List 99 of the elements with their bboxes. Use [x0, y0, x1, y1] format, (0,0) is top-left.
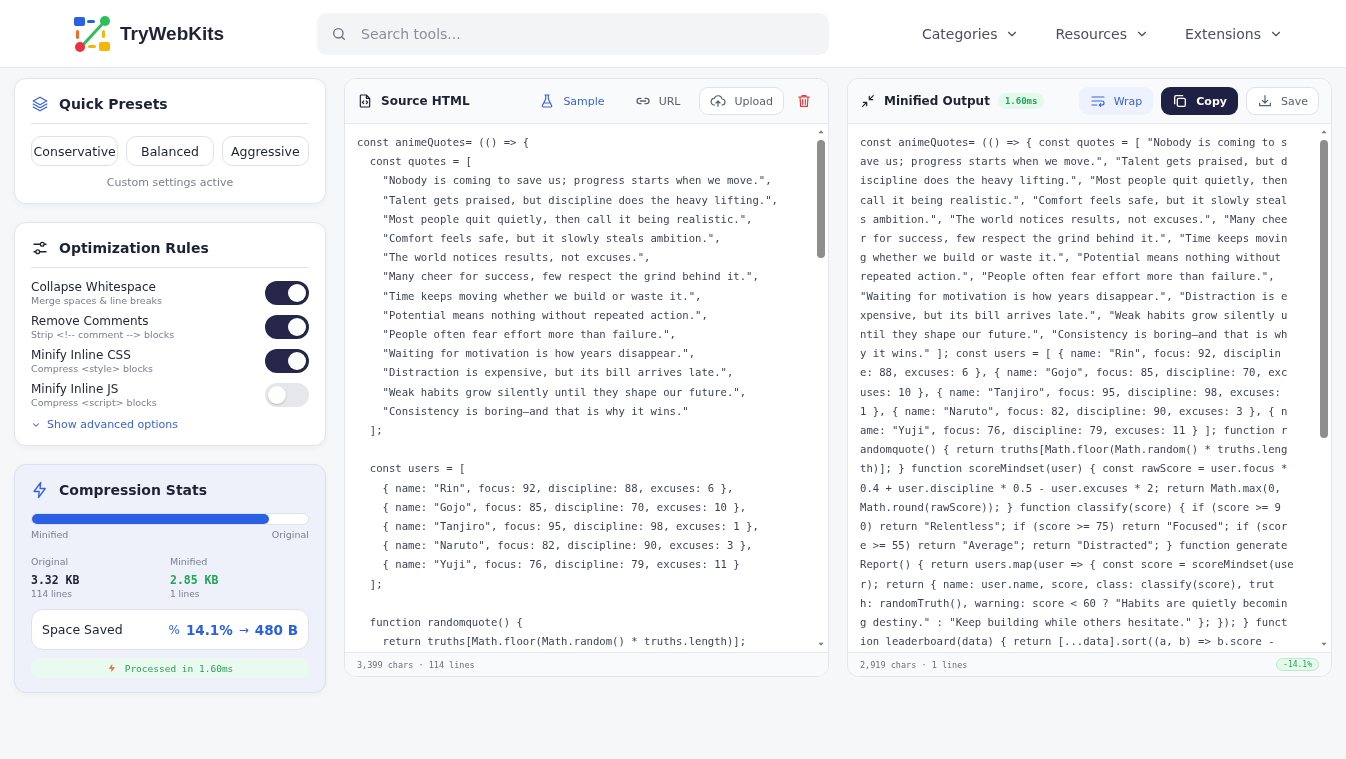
percent-icon: % [168, 622, 180, 637]
code-file-icon [357, 93, 373, 109]
preset-button[interactable]: Balanced [126, 136, 214, 166]
sample-button[interactable]: Sample [528, 87, 616, 115]
search-input[interactable]: Search tools... [359, 24, 815, 43]
char-count: 3,399 chars · 114 lines [357, 659, 475, 670]
code-line: call it being realistic.", "Comfort feels safe, but it slowly steal [860, 192, 1289, 208]
scroll-down-icon [1319, 640, 1329, 648]
reduction-badge: -14.1% [1276, 658, 1319, 671]
logo-icon [72, 13, 112, 54]
nav-menu[interactable]: Extensions [1184, 25, 1283, 42]
code-line: Report() { return users.map(user => { const score = scoreMindset(use [860, 557, 1295, 573]
rule-hint: Merge spaces & line breaks [31, 295, 162, 306]
rule-name: Minify Inline JS [31, 382, 120, 396]
char-count: 2,919 chars · 1 lines [860, 659, 968, 670]
rule-name: Remove Comments [31, 314, 150, 328]
url-button[interactable]: URL [623, 87, 692, 115]
code-line: ave us; progress starts when we move.", "Talent gets praised, but d [860, 154, 1289, 170]
code-line: e: 88, excuses: 6 }, { name: "Gojo", focus: 85, discipline: 70, exc [860, 365, 1289, 381]
bar-label: Original [271, 529, 309, 540]
rule-name: Collapse Whitespace [31, 280, 157, 294]
saved-percent: 14.1% [185, 621, 233, 638]
nav-menu[interactable]: Resources [1055, 25, 1149, 42]
copy-button[interactable]: Copy [1161, 87, 1238, 115]
scroll-down-icon [816, 640, 826, 648]
rule-hint: Compress <style> blocks [31, 363, 154, 374]
rule-hint: Strip <!-- comment --> blocks [31, 329, 175, 340]
code-line: 1 }, { name: "Naruto", focus: 82, discipline: 90, excuses: 3 }, { n [860, 403, 1289, 419]
save-button[interactable]: Save [1246, 87, 1319, 115]
stat-lines: 1 lines [170, 589, 201, 599]
toggle-switch[interactable] [265, 383, 309, 407]
card-title: Optimization Rules [59, 240, 209, 256]
rule-name: Minify Inline CSS [31, 348, 132, 362]
code-line: uses: 10 }, { name: "Tanjiro", focus: 95, discipline: 98, excuses: [860, 384, 1282, 400]
lightning-icon [106, 663, 117, 673]
sliders-icon [31, 239, 49, 257]
collapse-arrows-icon [860, 93, 876, 109]
code-line: 0) return "Relentless"; if (score >= 75) return "Focused"; if (scor [860, 519, 1289, 535]
stat-lines: 114 lines [31, 589, 73, 599]
preset-button[interactable]: Aggressive [221, 136, 309, 166]
saved-bytes: 480 B [254, 621, 298, 638]
code-line: andomquote() { return truths[Math.floor(Math.random() * truths.leng [860, 442, 1289, 458]
wrap-lines-icon [1089, 93, 1106, 109]
bar-label: Minified [31, 529, 69, 540]
cloud-upload-icon [710, 93, 727, 109]
delete-icon[interactable] [796, 93, 812, 109]
panel-title: Source HTML [381, 94, 470, 108]
copy-icon [1172, 93, 1189, 109]
search-field[interactable]: Search tools... [317, 12, 829, 55]
download-icon [1257, 93, 1273, 109]
toggle-switch[interactable] [265, 281, 309, 305]
code-line: y it wins." ]; const users = [ { name: "Rin", focus: 92, disciplin [860, 346, 1282, 362]
preset-button[interactable]: Conservative [31, 136, 119, 166]
code-line: 0.4 + user.discipline * 0.5 - user.excuses * 2; return Math.max(0, [860, 480, 1282, 496]
stat-size: 3.32 KB [31, 573, 81, 587]
toggle-switch[interactable] [265, 349, 309, 373]
code-line: r); return { name: user.name, score, class: classify(score), trut [860, 576, 1276, 592]
processed-text: Processed in 1.60ms [124, 662, 234, 674]
search-icon [331, 25, 347, 42]
code-line: xpensive, but its bill arrives late.", "Weak habits grow silently u [860, 307, 1289, 323]
saved-label: Space Saved [42, 622, 124, 637]
stat-label: Minified [170, 556, 209, 567]
code-line: h: randomTruth(), warning: score < 60 ? "Habits are quietly becomin [860, 595, 1289, 611]
stat-label: Original [31, 556, 70, 567]
stat-size: 2.85 KB [170, 573, 220, 587]
rule-hint: Compress <script> blocks [31, 397, 157, 408]
status-note: Custom settings active [105, 176, 235, 189]
code-line: th)]; } function scoreMindset(user) { const rawScore = user.focus * [860, 461, 1289, 477]
code-line: g whether we build or waste it.", "Potential means nothing without [860, 250, 1282, 266]
brand-name[interactable]: TryWebKits [120, 22, 225, 45]
layers-icon [31, 95, 49, 113]
code-line: s ambition.", "The world notices results, not excuses.", "Many chee [860, 211, 1289, 227]
scroll-thumb[interactable] [1320, 140, 1328, 438]
panel-title: Minified Output [884, 94, 990, 108]
code-line: r for success, few respect the grind behind it.", "Time keeps movin [860, 231, 1289, 246]
upload-button[interactable]: Upload [699, 87, 784, 115]
code-line: ion leaderboard(data) { return [...data].sort((a, b) => b.score - [860, 634, 1276, 650]
code-line: ntil they shape our future.", "Consistency is boring—and that is wh [860, 327, 1289, 343]
arrow-icon: → [238, 622, 249, 637]
time-badge: 1.60ms [997, 93, 1045, 109]
code-line: const animeQuotes= (() => { const quotes = [ "Nobody is coming to s [860, 135, 1289, 150]
code-line: ame: "Yuji", focus: 76, discipline: 79, excuses: 11 } ]; function r [860, 423, 1289, 439]
code-line: g destiny." : "Keep building while others hesitate." }; }); } funct [860, 615, 1289, 631]
code-line: iscipline does the heavy lifting.", "Most people quit quietly, then [860, 173, 1289, 189]
scroll-up-icon [1319, 128, 1329, 136]
card-title: Compression Stats [59, 482, 208, 498]
code-line: e >= 55) return "Average"; return "Distracted"; } function generate [860, 538, 1289, 554]
code-line: repeated action.", "People often fear effort more than failure.", [860, 269, 1276, 285]
toggle-switch[interactable] [265, 315, 309, 339]
wrap-button[interactable]: Wrap [1078, 87, 1154, 115]
advanced-options-link[interactable]: Show advanced options [31, 418, 178, 431]
code-line: Math.round(rawScore)); } function classify(score) { if (score >= 9 [860, 499, 1282, 515]
lightning-icon [31, 481, 49, 499]
nav-menu[interactable]: Categories [922, 25, 1020, 42]
scroll-thumb[interactable] [817, 140, 825, 258]
scroll-up-icon [816, 128, 826, 136]
card-title: Quick Presets [59, 96, 168, 112]
code-line: "Waiting for motivation is how years disappear.", "Distraction is e [860, 288, 1289, 304]
code-editor[interactable]: const animeQuotes= (() => { const quotes = [ "Nobody is coming to save us; progress starts when we move.", "Talent gets praised, but discipline does the heavy lifting.", "Most people quit quietly, then call it being realistic.", "Comfort feels safe, but it slowly steals ambition.", "The world notices results, not excuses.", "Many cheer for success, few respect the grind behind it.", "Time keeps moving whether we build or waste it.", "Potential means nothing without repeated action.", "People often fear effort more than failure.", "Waiting for motivation is how years disappear.", "Distraction is expensive, but its bill arrives late.", "Weak habits grow silently until they shape our future.", "Consistency is boring—and that is why it wins." ]; const users = [ { name: "Rin", focus: 92, discipline: 88, excuses: 6 }, { name: "Gojo", focus: 85, discipline: 70, excuses: 10 }, { name: "Tanjiro", focus: 95, discipline: 98, excuses: 1 }, { name: "Naruto", focus: 82, discipline: 90, excuses: 3 }, { name: "Yuji", focus: 76, discipline: 79, excuses: 11 } ]; function randomquote() { return truths[Math.floor(Math.random() * truths.length)]; [345, 124, 814, 652]
